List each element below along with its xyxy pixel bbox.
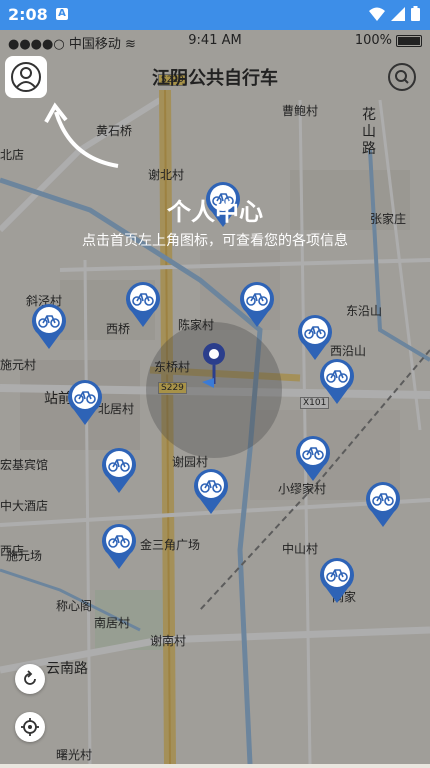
bike-station-pin[interactable] xyxy=(294,434,332,482)
guide-title: 个人中心 xyxy=(167,198,263,226)
battery-icon xyxy=(396,34,422,47)
nav-bar: 江阴公共自行车 xyxy=(0,52,430,100)
user-center-button[interactable] xyxy=(5,56,47,98)
guide-arrow-icon xyxy=(44,102,119,168)
wifi-icon xyxy=(369,7,385,21)
refresh-icon xyxy=(24,670,36,685)
bike-station-pin[interactable] xyxy=(66,378,104,426)
android-status-bar: 2:08 A xyxy=(0,0,430,30)
bike-station-pin[interactable] xyxy=(100,446,138,494)
bike-station-pin[interactable] xyxy=(296,313,334,361)
ios-battery: 100% xyxy=(355,33,422,48)
locate-button[interactable] xyxy=(15,712,45,742)
refresh-button[interactable] xyxy=(15,664,45,694)
bike-station-pin[interactable] xyxy=(100,522,138,570)
bike-station-pin[interactable] xyxy=(318,357,356,405)
ios-status-bar: ●●●●○ 中国移动 ≋ 9:41 AM 100% xyxy=(0,30,430,52)
search-button[interactable] xyxy=(388,63,416,91)
bike-station-pin[interactable] xyxy=(238,280,276,328)
user-icon xyxy=(11,62,41,92)
bike-station-pin[interactable] xyxy=(318,556,356,604)
guide-description: 点击首页左上角图标，可查看您的各项信息 xyxy=(82,233,348,249)
current-location-marker xyxy=(198,340,230,392)
android-time: 2:08 xyxy=(8,5,48,24)
search-icon xyxy=(395,70,409,84)
bike-station-pin[interactable] xyxy=(192,467,230,515)
battery-icon xyxy=(411,6,420,21)
crosshair-icon xyxy=(21,718,39,736)
bike-station-pin[interactable] xyxy=(30,302,68,350)
battery-percent: 100% xyxy=(354,33,392,48)
signal-icon xyxy=(391,6,405,21)
notification-a-icon: A xyxy=(56,8,68,20)
bike-station-pin[interactable] xyxy=(124,280,162,328)
bike-station-pin[interactable] xyxy=(364,480,402,528)
page-title: 江阴公共自行车 xyxy=(152,68,278,89)
